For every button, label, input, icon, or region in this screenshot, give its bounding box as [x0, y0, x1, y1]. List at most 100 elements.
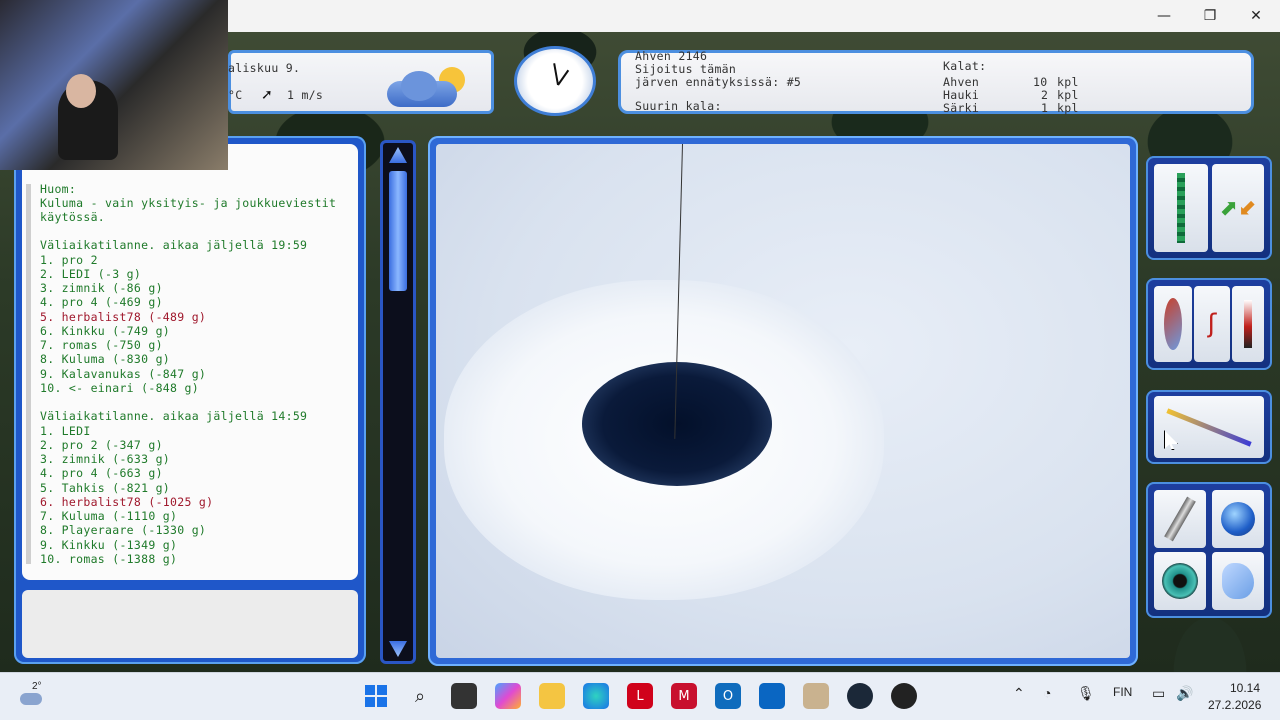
standings-row-highlight: 5. herbalist78 (-489 g) [40, 310, 207, 324]
clock-icon [514, 46, 596, 116]
fish-name: Hauki [943, 88, 980, 102]
fish-name: Särki [943, 101, 980, 115]
standings-row: 10. <- einari (-848 g) [40, 381, 199, 395]
standings-row: 10. romas (-1388 g) [40, 552, 178, 566]
ice-drill-icon[interactable] [1154, 164, 1208, 252]
standings-row: 5. Tahkis (-821 g) [40, 481, 171, 495]
fish-unit: kpl [1057, 88, 1079, 102]
chat-note-title: Huom: [40, 182, 77, 196]
standings-row: 2. LEDI (-3 g) [40, 267, 142, 281]
chat-scrollbar[interactable] [26, 184, 31, 564]
tool-group-rod [1146, 390, 1272, 464]
standings-row: 8. Kuluma (-830 g) [40, 352, 171, 366]
standings-row: 8. Playeraare (-1330 g) [40, 523, 207, 537]
record-rank-label: Sijoitus tämän [635, 62, 737, 76]
store-icon[interactable] [759, 683, 785, 709]
fish-name: Ahven [943, 75, 980, 89]
ice-view-frame [428, 136, 1138, 666]
app-l-icon[interactable]: L [627, 683, 653, 709]
scroll-up-arrow-icon[interactable] [389, 147, 407, 163]
game-app-icon[interactable] [803, 683, 829, 709]
standings-row-highlight: 6. herbalist78 (-1025 g) [40, 495, 214, 509]
standings-row: 1. pro 2 [40, 253, 98, 267]
standings-row: 9. Kalavanukas (-847 g) [40, 367, 207, 381]
minimize-button[interactable]: — [1141, 0, 1187, 32]
fishing-rod-icon[interactable] [1154, 396, 1264, 458]
volume-icon[interactable]: 🔊 [1176, 685, 1193, 702]
weather-panel: aliskuu 9. °C ➚ 1 m/s [228, 50, 494, 114]
scroll-thumb[interactable] [389, 171, 407, 291]
tool-group-misc [1146, 482, 1272, 618]
restore-button[interactable]: ❐ [1187, 0, 1233, 32]
standings-title: Väliaikatilanne. aikaa jäljellä 19:59 [40, 238, 308, 252]
scroll-down-arrow-icon[interactable] [389, 641, 407, 657]
outlook-icon[interactable]: O [715, 683, 741, 709]
record-fish: Ahven 2146 [635, 49, 708, 63]
start-button[interactable] [363, 683, 389, 709]
mcafee-icon[interactable]: M [671, 683, 697, 709]
wind-arrow-icon: ➚ [261, 87, 273, 103]
chat-note-line: käytössä. [40, 210, 106, 224]
file-explorer-icon[interactable] [539, 683, 565, 709]
standings-row: 3. zimnik (-633 g) [40, 452, 171, 466]
fish-unit: kpl [1057, 75, 1079, 89]
webcam-overlay [0, 0, 228, 170]
clock-date[interactable]: 27.2.2026 [1208, 698, 1261, 712]
obs-icon[interactable] [891, 683, 917, 709]
display-icon[interactable]: ▭ [1152, 685, 1165, 702]
weather-widget[interactable]: 2° [18, 681, 58, 713]
tool-group-drill: ⬈ ⬋ [1146, 156, 1272, 260]
flashlight-icon[interactable] [1154, 490, 1206, 548]
edge-browser-icon[interactable] [583, 683, 609, 709]
temperature-unit: °C [228, 88, 243, 102]
standings-row: 7. romas (-750 g) [40, 338, 163, 352]
taskbar: 2° ⌕ L M O ⌃ ◔ 🎙 FIN ▭ 🔊 10.14 27.2.2026 [0, 672, 1280, 720]
steam-icon[interactable] [847, 683, 873, 709]
depth-scrollbar[interactable] [380, 140, 416, 664]
chat-log[interactable]: Huom: Kuluma - vain yksityis- ja joukkue… [22, 144, 358, 580]
float-icon[interactable] [1232, 286, 1264, 362]
fish-unit: kpl [1057, 101, 1079, 115]
swap-location-icon[interactable]: ⬈ ⬋ [1212, 164, 1264, 252]
standings-row: 1. LEDI [40, 424, 91, 438]
partly-cloudy-icon [387, 67, 469, 109]
close-button[interactable]: ✕ [1233, 0, 1279, 32]
fish-count: 10 [1033, 75, 1048, 89]
streamer-head [66, 74, 96, 108]
eye-view-icon[interactable] [1154, 552, 1206, 610]
globe-icon[interactable] [1212, 490, 1264, 548]
task-view-icon[interactable] [451, 683, 477, 709]
search-icon[interactable]: ⌕ [407, 683, 433, 709]
ice-map-icon[interactable] [1212, 552, 1264, 610]
network-icon[interactable]: ◔ [1043, 685, 1051, 701]
cloud-icon [20, 693, 42, 705]
fish-list-title: Kalat: [943, 59, 987, 73]
fish-count: 1 [1041, 101, 1049, 115]
language-indicator[interactable]: FIN [1113, 685, 1132, 699]
chat-input[interactable] [22, 590, 358, 658]
standings-row: 7. Kuluma (-1110 g) [40, 509, 178, 523]
biggest-fish-label: Suurin kala: [635, 99, 722, 113]
weather-temp: 2° [32, 681, 42, 692]
date-label: aliskuu 9. [228, 61, 301, 75]
clock-minute-hand [557, 69, 570, 86]
standings-row: 4. pro 4 (-469 g) [40, 295, 163, 309]
catch-info-panel: Ahven 2146 Sijoitus tämän järven ennätyk… [618, 49, 1254, 115]
ice-hole[interactable] [582, 362, 772, 486]
standings-row: 3. zimnik (-86 g) [40, 281, 163, 295]
standings-row: 4. pro 4 (-663 g) [40, 466, 163, 480]
record-rank-value: järven ennätyksissä: #5 [635, 75, 802, 89]
microphone-icon[interactable]: 🎙 [1077, 685, 1095, 702]
standings-row: 6. Kinkku (-749 g) [40, 324, 171, 338]
wind-speed: 1 m/s [287, 88, 324, 102]
standings-row: 2. pro 2 (-347 g) [40, 438, 163, 452]
ice-surface[interactable] [436, 144, 1130, 658]
tray-expand-icon[interactable]: ⌃ [1013, 685, 1025, 702]
clock-time[interactable]: 10.14 [1230, 681, 1260, 695]
hook-icon[interactable]: ʃ [1194, 286, 1230, 362]
tool-group-lures: ʃ [1146, 278, 1272, 370]
chat-note-line: Kuluma - vain yksityis- ja joukkueviesti… [40, 196, 337, 210]
lure-icon[interactable] [1154, 286, 1192, 362]
copilot-icon[interactable] [495, 683, 521, 709]
standings-title: Väliaikatilanne. aikaa jäljellä 14:59 [40, 409, 308, 423]
